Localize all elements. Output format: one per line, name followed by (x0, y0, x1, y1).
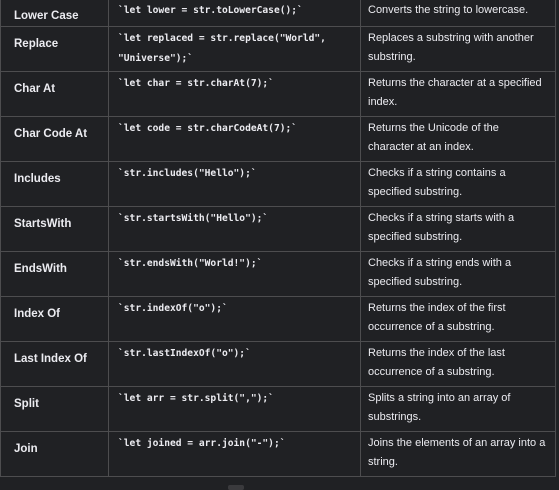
table-row: Index Of `str.indexOf("o");` Returns the… (0, 296, 556, 342)
code-example-cell: `let joined = arr.join("-");` (108, 431, 361, 477)
description-cell: Checks if a string contains a specified … (360, 161, 556, 207)
description-cell: Splits a string into an array of substri… (360, 386, 556, 432)
table-row: Join `let joined = arr.join("-");` Joins… (0, 431, 556, 477)
description-cell: Returns the index of the first occurrenc… (360, 296, 556, 342)
description-cell: Returns the character at a specified ind… (360, 71, 556, 117)
method-name-cell: Lower Case (0, 0, 109, 27)
description-cell: Checks if a string starts with a specifi… (360, 206, 556, 252)
string-methods-table-container: Lower Case `let lower = str.toLowerCase(… (0, 0, 559, 490)
method-name-cell: Char Code At (0, 116, 109, 162)
code-example-cell: `let lower = str.toLowerCase();` (108, 0, 361, 27)
table-row: StartsWith `str.startsWith("Hello");` Ch… (0, 206, 556, 252)
table-row: Includes `str.includes("Hello");` Checks… (0, 161, 556, 207)
description-cell: Replaces a substring with another substr… (360, 26, 556, 72)
table-row: EndsWith `str.endsWith("World!");` Check… (0, 251, 556, 297)
table-row: Char At `let char = str.charAt(7);` Retu… (0, 71, 556, 117)
method-name-cell: Char At (0, 71, 109, 117)
method-name-cell: Includes (0, 161, 109, 207)
method-name-cell: Last Index Of (0, 341, 109, 387)
bottom-edge (0, 482, 559, 490)
table-row: Split `let arr = str.split(",");` Splits… (0, 386, 556, 432)
code-example-cell: `let replaced = str.replace("World", "Un… (108, 26, 361, 72)
method-name-cell: EndsWith (0, 251, 109, 297)
method-name-cell: Index Of (0, 296, 109, 342)
code-example-cell: `let char = str.charAt(7);` (108, 71, 361, 117)
description-cell: Returns the index of the last occurrence… (360, 341, 556, 387)
scroll-hint (228, 485, 244, 490)
code-example-cell: `str.includes("Hello");` (108, 161, 361, 207)
description-cell: Joins the elements of an array into a st… (360, 431, 556, 477)
code-example-cell: `str.indexOf("o");` (108, 296, 361, 342)
method-name-cell: Join (0, 431, 109, 477)
code-example-cell: `str.lastIndexOf("o");` (108, 341, 361, 387)
method-name-cell: StartsWith (0, 206, 109, 252)
code-example-cell: `str.endsWith("World!");` (108, 251, 361, 297)
table-row: Lower Case `let lower = str.toLowerCase(… (0, 0, 556, 27)
table-row: Char Code At `let code = str.charCodeAt(… (0, 116, 556, 162)
table-row: Replace `let replaced = str.replace("Wor… (0, 26, 556, 72)
method-name-cell: Split (0, 386, 109, 432)
description-cell: Returns the Unicode of the character at … (360, 116, 556, 162)
description-cell: Checks if a string ends with a specified… (360, 251, 556, 297)
code-example-cell: `str.startsWith("Hello");` (108, 206, 361, 252)
table-row: Last Index Of `str.lastIndexOf("o");` Re… (0, 341, 556, 387)
code-example-cell: `let arr = str.split(",");` (108, 386, 361, 432)
description-cell: Converts the string to lowercase. (360, 0, 556, 27)
method-name-cell: Replace (0, 26, 109, 72)
string-methods-table: Lower Case `let lower = str.toLowerCase(… (0, 0, 556, 477)
code-example-cell: `let code = str.charCodeAt(7);` (108, 116, 361, 162)
